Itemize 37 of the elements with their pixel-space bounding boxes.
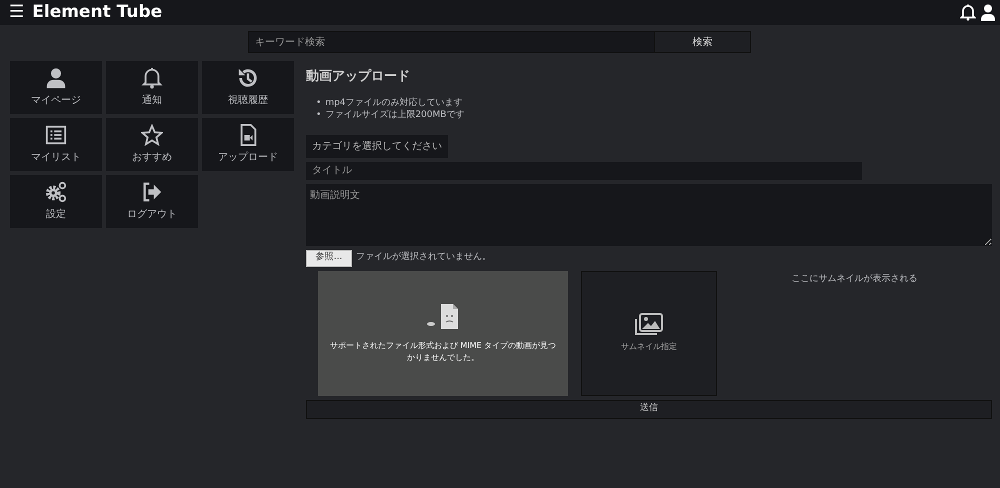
bullet: • — [316, 96, 322, 108]
description-field[interactable]: 動画説明文 — [306, 184, 992, 246]
file-status: ファイルが選択されていません。 — [356, 251, 491, 264]
page-heading: 動画アップロード — [306, 68, 411, 86]
search-button[interactable]: 検索 — [654, 31, 751, 53]
menu-tile[interactable]: 視聴履歴 — [202, 61, 294, 114]
images-icon — [634, 313, 664, 337]
title-field[interactable]: タイトル — [306, 162, 862, 180]
bell-icon — [141, 67, 163, 89]
search-field[interactable]: キーワード検索 — [248, 31, 654, 53]
note-item: mp4ファイルのみ対応しています — [325, 96, 463, 108]
video-error-message: サポートされたファイル形式および MIME タイプの動画が見つかりませんでした。 — [328, 340, 558, 364]
submit-button[interactable]: 送信 — [306, 400, 992, 418]
star-icon — [141, 124, 163, 146]
menu-tile[interactable]: 設定 — [10, 175, 102, 228]
user-icon — [45, 67, 67, 89]
menu-tile[interactable]: アップロード — [202, 118, 294, 171]
history-icon — [237, 67, 259, 89]
brand-title[interactable]: Element Tube — [32, 0, 162, 26]
bell-icon[interactable] — [960, 4, 976, 21]
browse-button[interactable]: 参照... — [306, 250, 352, 266]
note-item: ファイルサイズは上限200MBです — [325, 108, 464, 120]
gears-icon — [45, 181, 67, 203]
thumbnail-button[interactable]: サムネイル指定 — [581, 270, 717, 396]
thumbnail-hint: ここにサムネイルが表示される — [790, 272, 918, 286]
list-icon — [45, 124, 67, 146]
menu-icon[interactable]: ☰ — [9, 4, 24, 21]
broken-file-icon — [426, 302, 460, 332]
logout-icon — [141, 181, 163, 203]
menu-tile[interactable]: 通知 — [106, 61, 198, 114]
bullet: • — [316, 108, 322, 120]
menu-tile[interactable]: マイリスト — [10, 118, 102, 171]
menu-tile[interactable]: おすすめ — [106, 118, 198, 171]
menu-tile[interactable]: ログアウト — [106, 175, 198, 228]
category-button[interactable]: カテゴリを選択してください — [306, 134, 448, 158]
menu-tile[interactable]: マイページ — [10, 61, 102, 114]
user-icon[interactable] — [980, 4, 996, 21]
